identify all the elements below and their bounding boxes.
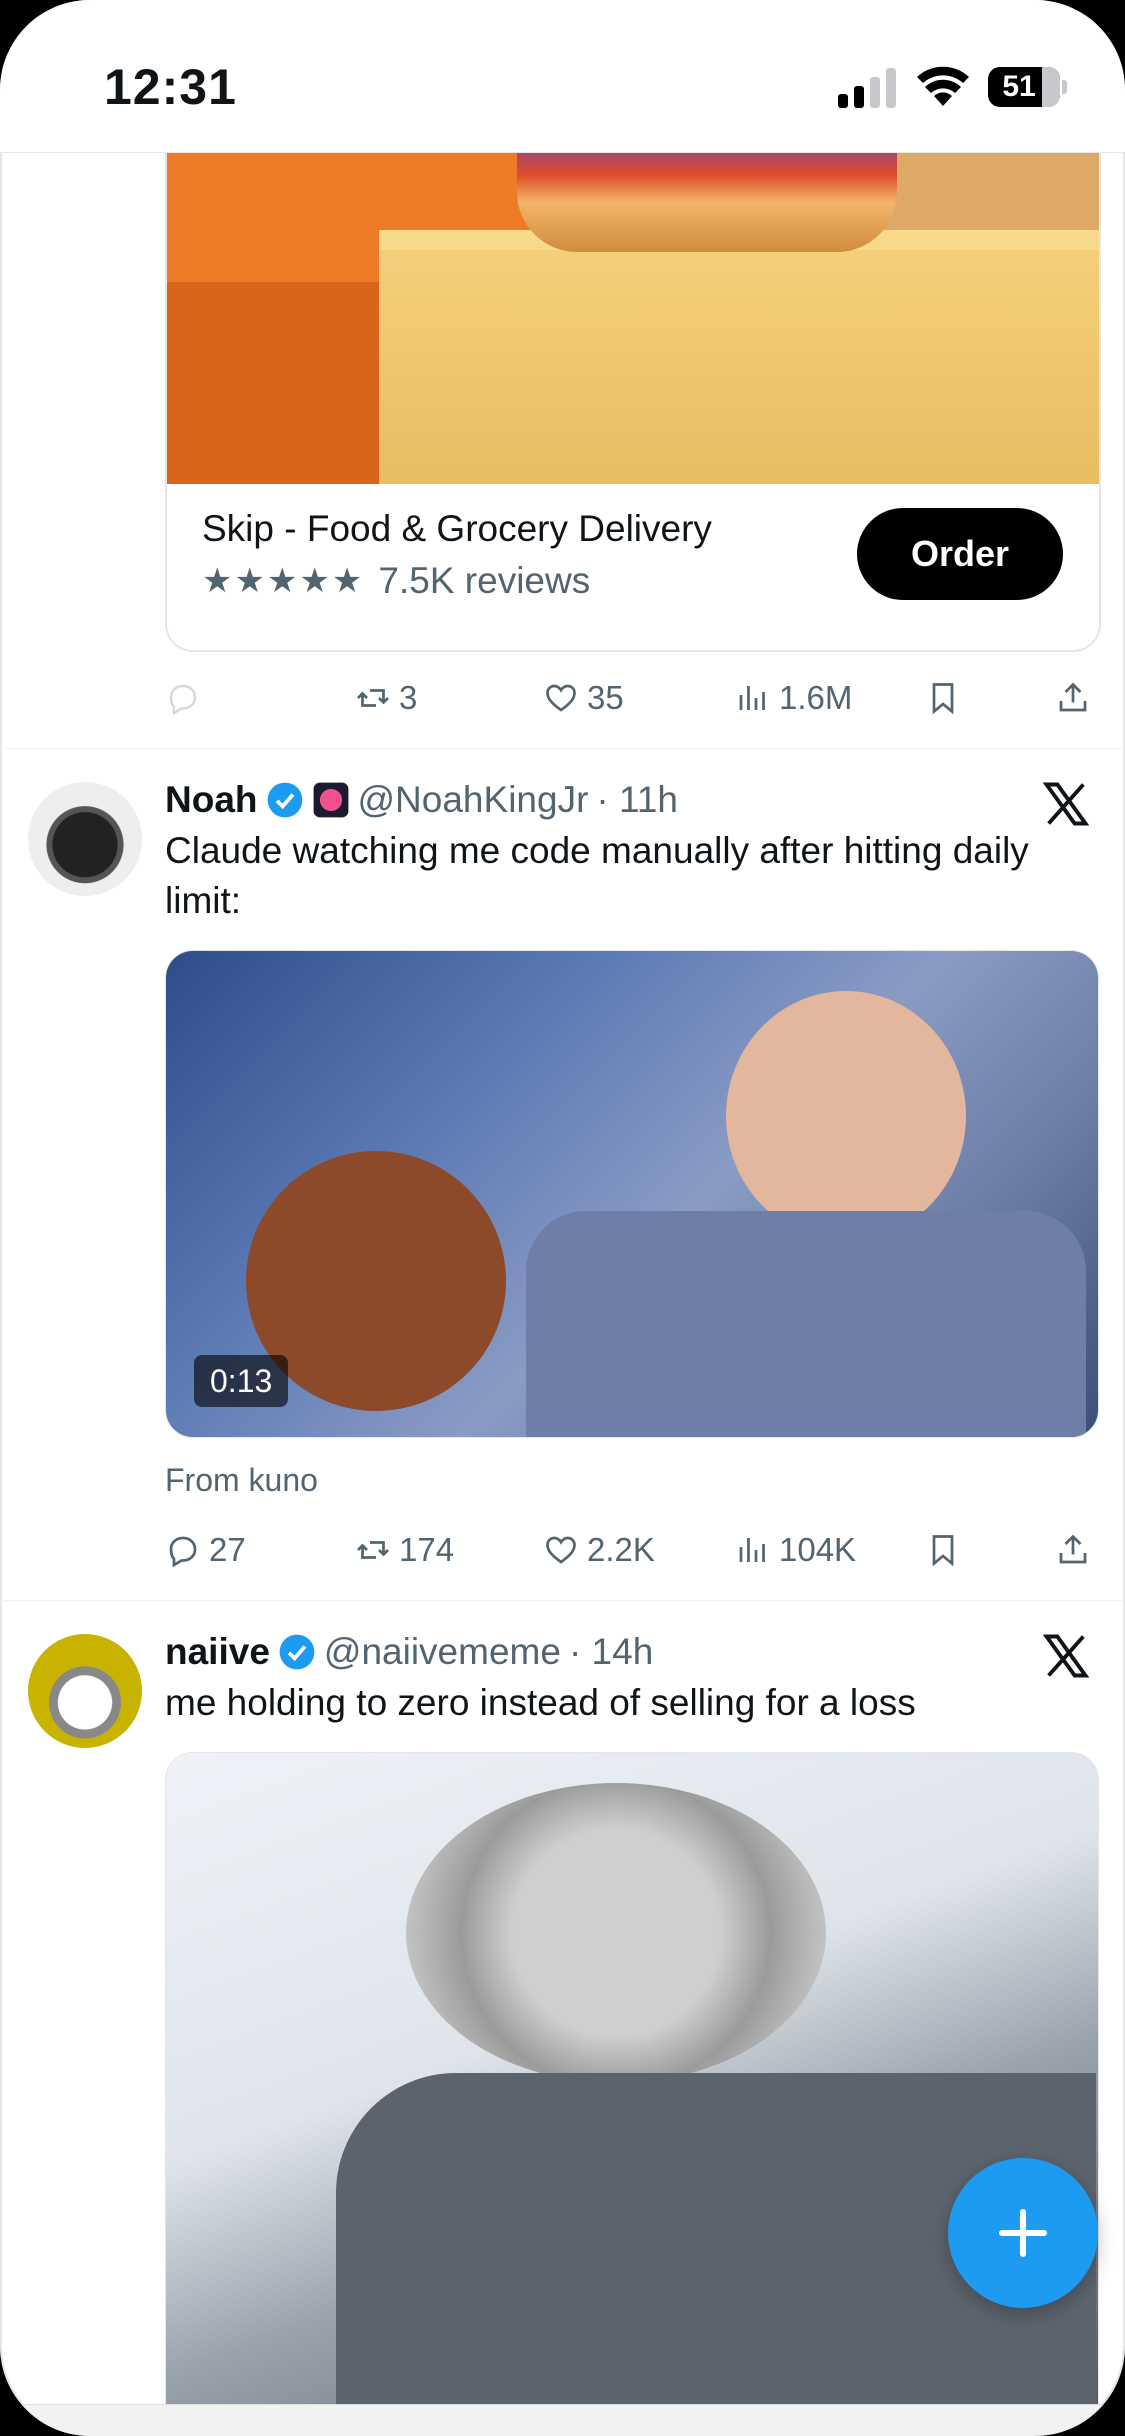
ad-footer: Skip - Food & Grocery Delivery ★★★★★ 7.5…: [167, 484, 1099, 650]
retweet-count: 3: [399, 679, 418, 716]
share-icon: [1059, 682, 1087, 712]
like-count: 35: [587, 679, 624, 716]
avatar[interactable]: [28, 782, 142, 896]
heart-icon: [546, 684, 576, 712]
affiliate-badge-icon: [313, 782, 348, 818]
tweet-text: me holding to zero instead of selling fo…: [165, 1682, 916, 1723]
wifi-icon: [917, 66, 969, 106]
bottom-bar: [0, 2404, 1125, 2436]
ad-action-bar: 3 35 1.6M: [165, 668, 1097, 728]
video-player[interactable]: 0:13: [165, 950, 1099, 1438]
battery-level: 51: [1002, 70, 1036, 103]
reply-count: 27: [209, 1531, 246, 1568]
tweet-text: Claude watching me code manually after h…: [165, 830, 1029, 921]
retweet-icon: [357, 689, 389, 707]
rating-stars-icon: ★★★★★: [202, 562, 365, 600]
heart-icon: [546, 1536, 576, 1564]
share-icon: [1059, 1534, 1087, 1564]
retweet-count: 174: [399, 1531, 455, 1568]
like-button[interactable]: 2.2K: [543, 1520, 655, 1580]
order-button[interactable]: Order: [857, 508, 1063, 600]
views-button[interactable]: 1.6M: [735, 668, 852, 728]
bookmark-icon: [932, 1535, 954, 1567]
views-icon: [739, 1538, 765, 1562]
author-name[interactable]: naiive: [165, 1631, 270, 1673]
reply-button[interactable]: 27: [165, 1520, 246, 1580]
tweet-header: Noah @NoahKingJr · 11h: [165, 776, 678, 824]
tweet-header: naiive @naiivememe · 14h: [165, 1628, 653, 1676]
tweet-time: · 14h: [568, 1631, 654, 1672]
views-count: 1.6M: [779, 679, 853, 716]
reply-icon: [169, 1536, 197, 1568]
battery-indicator: 51: [988, 67, 1067, 107]
x-logo-icon: [1042, 1634, 1090, 1678]
author-handle[interactable]: @naiivememe: [324, 1631, 561, 1673]
retweet-icon: [357, 1541, 389, 1559]
views-count: 104K: [779, 1531, 857, 1568]
ad-rating: ★★★★★ 7.5K reviews: [202, 560, 590, 602]
tweet-image[interactable]: [165, 1752, 1099, 2436]
bookmark-button[interactable]: [925, 1520, 961, 1580]
x-logo-icon: [1042, 782, 1090, 826]
ad-card[interactable]: Skip - Food & Grocery Delivery ★★★★★ 7.5…: [165, 80, 1101, 652]
ad-title: Skip - Food & Grocery Delivery: [202, 508, 712, 549]
video-frame: [726, 991, 966, 1241]
retweet-button[interactable]: 3: [355, 668, 417, 728]
status-time: 12:31: [104, 59, 237, 115]
share-button[interactable]: [1055, 1520, 1091, 1580]
media-attribution[interactable]: From kuno: [165, 1462, 318, 1499]
ad-reviews: 7.5K reviews: [378, 560, 591, 601]
phone-screen: 12:31 51 Skip - Food & Grocery Delivery: [0, 0, 1125, 2436]
avatar[interactable]: [28, 1634, 142, 1748]
verified-badge-icon: [279, 1634, 315, 1670]
status-bar: 12:31 51: [0, 0, 1125, 153]
author-name[interactable]: Noah: [165, 779, 258, 821]
bookmark-button[interactable]: [925, 668, 961, 728]
retweet-button[interactable]: 174: [355, 1520, 454, 1580]
verified-badge-icon: [267, 782, 302, 818]
share-button[interactable]: [1055, 668, 1091, 728]
reply-button[interactable]: [165, 668, 201, 728]
video-duration: 0:13: [194, 1355, 289, 1407]
like-button[interactable]: 35: [543, 668, 624, 728]
views-button[interactable]: 104K: [735, 1520, 856, 1580]
divider: [0, 1600, 1125, 1601]
compose-button[interactable]: [948, 2158, 1098, 2308]
bookmark-icon: [932, 683, 954, 715]
divider: [0, 748, 1125, 749]
like-count: 2.2K: [587, 1531, 655, 1568]
tweet-time: · 11h: [596, 779, 678, 820]
views-icon: [739, 686, 765, 710]
reply-icon: [169, 684, 197, 716]
author-handle[interactable]: @NoahKingJr: [358, 779, 589, 821]
plus-icon: [998, 2208, 1048, 2258]
cellular-signal-icon: [838, 68, 896, 108]
tweet-action-bar: 27 174 2.2K 104K: [165, 1520, 1097, 1580]
